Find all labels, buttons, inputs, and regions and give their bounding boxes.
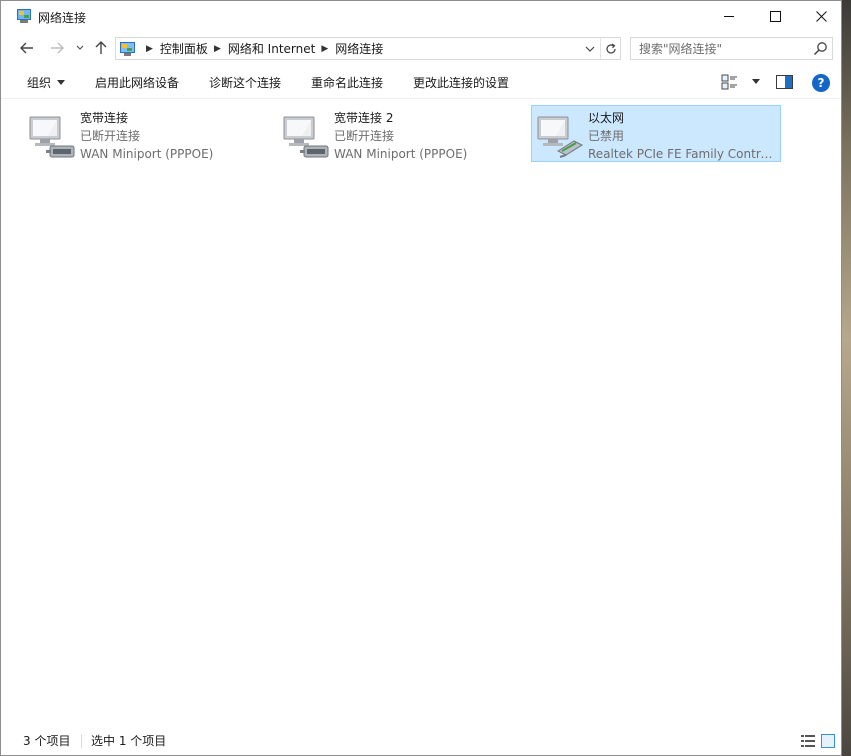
recent-locations-button[interactable] — [72, 37, 88, 59]
connection-details: 宽带连接 2 已断开连接 WAN Miniport (PPPOE) — [334, 109, 524, 163]
organize-menu[interactable]: 组织 — [27, 74, 66, 91]
window-title: 网络连接 — [38, 11, 87, 25]
search-input[interactable] — [631, 38, 806, 59]
rename-connection-button[interactable]: 重命名此连接 — [311, 74, 383, 91]
maximize-icon — [769, 11, 781, 22]
breadcrumb-network-internet[interactable]: 网络和 Internet — [228, 40, 315, 57]
up-button[interactable] — [90, 37, 112, 59]
large-icons-view-icon[interactable] — [821, 734, 835, 748]
forward-button[interactable] — [46, 37, 68, 59]
arrow-up-icon — [95, 41, 107, 54]
network-adapter-icon — [537, 116, 584, 158]
maximize-button[interactable] — [752, 1, 798, 32]
chevron-down-icon — [585, 46, 595, 52]
connection-device: WAN Miniport (PPPOE) — [334, 147, 468, 161]
network-connections-icon — [17, 9, 31, 23]
diagnose-connection-button[interactable]: 诊断这个连接 — [209, 74, 281, 91]
caret-down-icon — [57, 80, 66, 85]
close-button[interactable] — [798, 1, 844, 32]
chevron-down-icon — [76, 45, 84, 50]
details-view-icon[interactable] — [801, 735, 815, 747]
breadcrumb-chevron-icon[interactable]: ▶ — [321, 44, 328, 54]
minimize-button[interactable] — [706, 1, 752, 32]
title-bar: 网络连接 — [1, 1, 841, 32]
breadcrumb: ▶ 控制面板 ▶ 网络和 Internet ▶ 网络连接 — [140, 38, 383, 59]
connection-status: 已断开连接 — [80, 129, 141, 143]
arrow-right-icon — [51, 42, 64, 54]
address-bar[interactable]: ▶ 控制面板 ▶ 网络和 Internet ▶ 网络连接 — [115, 37, 621, 60]
minimize-icon — [723, 16, 734, 17]
enable-device-button[interactable]: 启用此网络设备 — [95, 74, 179, 91]
refresh-icon — [605, 43, 616, 54]
connection-status: 已断开连接 — [334, 129, 395, 143]
refresh-button[interactable] — [600, 38, 620, 59]
status-bar: 3 个项目 选中 1 个项目 — [1, 727, 841, 755]
breadcrumb-control-panel[interactable]: 控制面板 — [160, 40, 208, 57]
connection-item[interactable]: 宽带连接 2 已断开连接 WAN Miniport (PPPOE) — [277, 105, 527, 162]
status-divider — [81, 734, 82, 748]
back-button[interactable] — [16, 37, 38, 59]
connection-name: 宽带连接 — [80, 111, 129, 125]
preview-pane-icon[interactable] — [776, 75, 793, 89]
change-settings-button[interactable]: 更改此连接的设置 — [413, 74, 509, 91]
connection-device: Realtek PCIe FE Family Controller — [588, 147, 778, 161]
address-history-button[interactable] — [580, 38, 600, 59]
close-icon — [815, 11, 827, 22]
connection-name: 以太网 — [588, 111, 625, 125]
connection-item[interactable]: 以太网已禁用 Realtek PCIe FE Family Controller — [531, 105, 781, 162]
search-icon[interactable] — [813, 41, 828, 56]
command-bar: 组织 启用此网络设备 诊断这个连接 重命名此连接 更改此连接的设置 ? — [1, 67, 841, 99]
connection-device: WAN Miniport (PPPOE) — [80, 147, 214, 161]
control-panel-icon — [120, 42, 135, 56]
view-options-caret-icon[interactable] — [752, 79, 760, 84]
navigation-bar: ▶ 控制面板 ▶ 网络和 Internet ▶ 网络连接 — [1, 33, 841, 63]
breadcrumb-network-connections[interactable]: 网络连接 — [335, 40, 383, 57]
organize-label: 组织 — [27, 76, 52, 90]
connection-name: 宽带连接 2 — [334, 111, 394, 125]
desktop-background — [842, 0, 851, 756]
item-count: 3 个项目 — [23, 734, 71, 748]
network-adapter-icon — [29, 116, 75, 158]
network-adapter-icon — [283, 116, 329, 158]
arrow-left-icon — [20, 42, 33, 54]
breadcrumb-chevron-icon[interactable]: ▶ — [214, 44, 221, 54]
search-box[interactable] — [630, 37, 833, 60]
selected-count: 选中 1 个项目 — [91, 734, 167, 748]
connection-details: 以太网已禁用 Realtek PCIe FE Family Controller — [588, 109, 778, 163]
connection-status: 已禁用 — [588, 129, 625, 143]
breadcrumb-chevron-icon: ▶ — [146, 43, 153, 54]
help-icon: ? — [817, 76, 825, 90]
help-button[interactable]: ? — [812, 74, 830, 92]
change-view-icon[interactable] — [721, 74, 739, 90]
connection-details: 宽带连接已断开连接 WAN Miniport (PPPOE) — [80, 109, 270, 163]
connection-item[interactable]: 宽带连接已断开连接 WAN Miniport (PPPOE) — [23, 105, 273, 162]
network-connections-window: 网络连接 ▶ 控制面板 ▶ 网络和 Internet ▶ 网络连接 搜索"网络连… — [0, 0, 842, 756]
connections-list: 宽带连接已断开连接 WAN Miniport (PPPOE) 宽带连接 2 已断开连接… — [1, 99, 841, 727]
